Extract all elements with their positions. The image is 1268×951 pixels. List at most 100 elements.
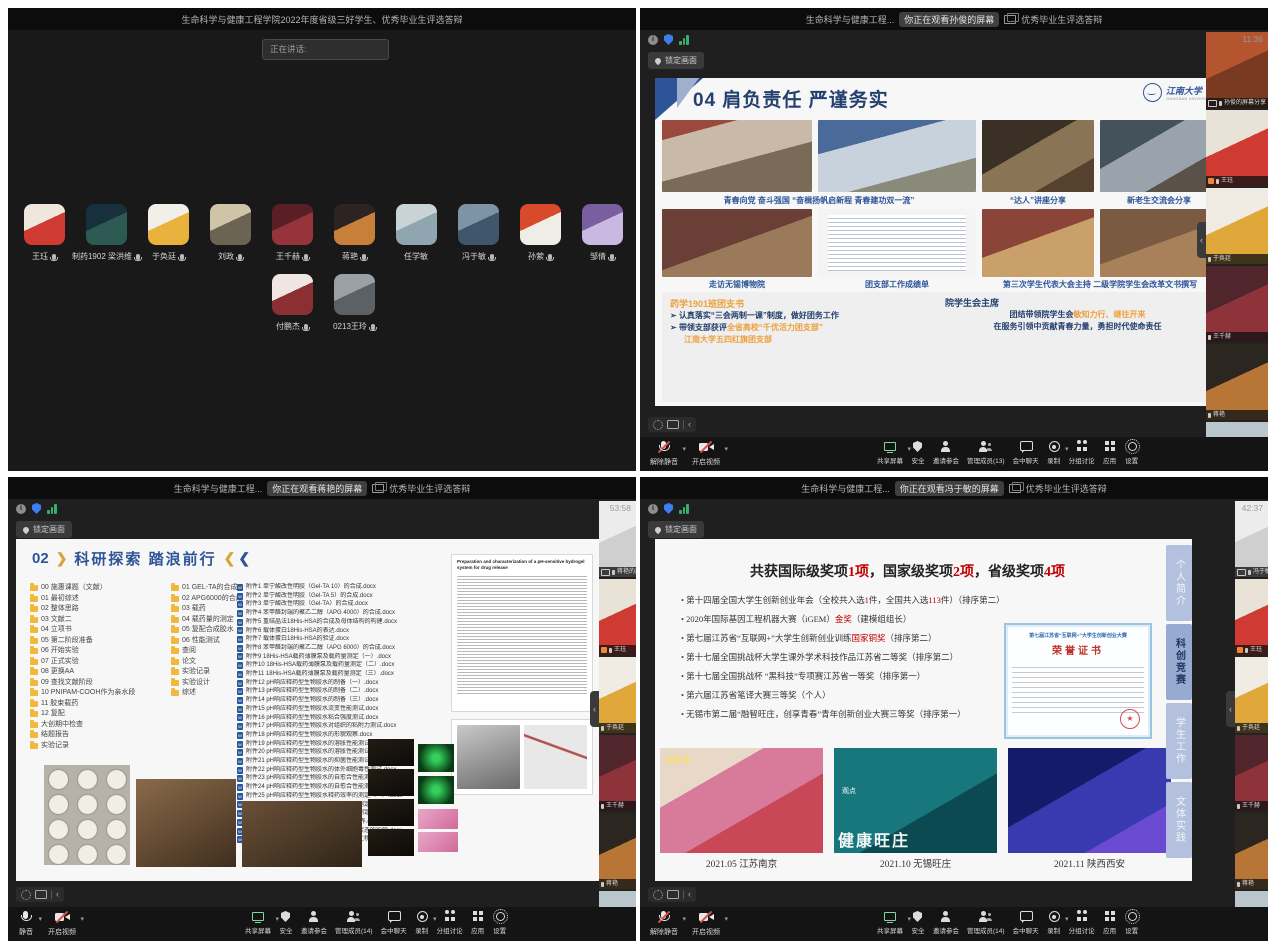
sidebar-video-tile[interactable]: 王千赫	[599, 735, 636, 811]
sidebar-video-tile[interactable]: 任学敏	[1235, 891, 1268, 907]
folder-icon	[30, 669, 38, 675]
gear-icon[interactable]	[653, 890, 663, 900]
breakout-button[interactable]: 分组讨论 ▾	[1069, 440, 1095, 465]
share-screen-button[interactable]: 共享屏幕 ▾	[245, 910, 271, 935]
sidebar-video-tile[interactable]: 于奂廷	[1206, 188, 1268, 264]
apps-button[interactable]: 应用 ▾	[1103, 910, 1117, 935]
settings-button[interactable]: 设置 ▾	[1125, 910, 1139, 935]
lock-view-button[interactable]: 锁定画面	[648, 521, 704, 538]
participant-tile[interactable]: 0213王玲	[333, 274, 375, 332]
participant-tile[interactable]: 付鹏杰	[271, 274, 313, 332]
participant-tile[interactable]: 孙萦	[519, 204, 561, 262]
sidebar-video-tile[interactable]: 蒋艳	[599, 813, 636, 889]
gear-icon[interactable]	[653, 420, 663, 430]
switch-view-icon[interactable]	[372, 484, 384, 493]
caret-icon[interactable]: ▾	[724, 915, 728, 923]
folder-icon	[171, 638, 179, 644]
manage-members-button[interactable]: 管理成员(14) ▾	[967, 910, 1005, 935]
mic-icon	[601, 804, 604, 809]
participant-tile[interactable]: 蒋艳	[333, 204, 375, 262]
caret-icon[interactable]: ▾	[682, 445, 686, 453]
settings-button[interactable]: 设置 ▾	[493, 910, 507, 935]
keyboard-icon[interactable]	[667, 420, 679, 429]
sidebar-video-tile[interactable]: 蒋艳	[1235, 813, 1268, 889]
apps-button[interactable]: 应用 ▾	[1103, 440, 1117, 465]
caret-icon[interactable]: ▾	[38, 915, 42, 923]
collapse-caret-icon[interactable]: ‹	[688, 890, 691, 899]
sidebar-collapse-handle[interactable]: ‹	[1226, 691, 1235, 727]
switch-view-icon[interactable]	[1004, 15, 1016, 24]
annotation-mini-toolbar[interactable]: ‹	[648, 887, 696, 902]
info-icon[interactable]: i	[648, 504, 658, 514]
unmute-button[interactable]: 解除静音 ▾	[650, 910, 678, 937]
security-button[interactable]: 安全 ▾	[911, 910, 925, 935]
lock-view-button[interactable]: 锁定画面	[648, 52, 704, 69]
participant-tile[interactable]: 冯于敏	[457, 204, 499, 262]
settings-button[interactable]: 设置 ▾	[1125, 440, 1139, 465]
lock-view-button[interactable]: 锁定画面	[16, 521, 72, 538]
breakout-button[interactable]: 分组讨论 ▾	[437, 910, 463, 935]
keyboard-icon[interactable]	[667, 890, 679, 899]
sidebar-video-tile[interactable]: 王千赫	[1235, 735, 1268, 811]
annotation-mini-toolbar[interactable]: ‹	[16, 887, 64, 902]
security-button[interactable]: 安全 ▾	[911, 440, 925, 465]
record-button[interactable]: 录制 ▾	[415, 910, 429, 935]
mute-button[interactable]: 静音 ▾	[18, 910, 34, 937]
unmute-button[interactable]: 解除静音 ▾	[650, 440, 678, 467]
record-button[interactable]: 录制 ▾	[1047, 910, 1061, 935]
invite-button[interactable]: 邀请参会 ▾	[933, 440, 959, 465]
info-icon[interactable]: i	[648, 35, 658, 45]
sidebar-collapse-handle[interactable]: ‹	[590, 691, 599, 727]
apps-button[interactable]: 应用 ▾	[471, 910, 485, 935]
breakout-button[interactable]: 分组讨论 ▾	[1069, 910, 1095, 935]
manage-members-button[interactable]: 管理成员(14) ▾	[335, 910, 373, 935]
caret-icon[interactable]: ▾	[682, 915, 686, 923]
start-video-button[interactable]: 开启视频 ▾	[692, 440, 720, 467]
document-item: 附件14 pH响应释药型生物胶水的制备（三）.docx	[237, 696, 411, 705]
caret-icon[interactable]: ▾	[80, 915, 84, 923]
collapse-caret-icon[interactable]: ‹	[56, 890, 59, 899]
share-screen-button[interactable]: 共享屏幕 ▾	[877, 910, 903, 935]
annotation-mini-toolbar[interactable]: ‹	[648, 417, 696, 432]
keyboard-icon[interactable]	[35, 890, 47, 899]
invite-button[interactable]: 邀请参会 ▾	[933, 910, 959, 935]
sidebar-collapse-handle[interactable]: ‹	[1197, 222, 1206, 258]
avatar	[148, 204, 189, 245]
collapse-caret-icon[interactable]: ‹	[688, 420, 691, 429]
invite-button[interactable]: 邀请参会 ▾	[301, 910, 327, 935]
start-video-button[interactable]: 开启视频 ▾	[692, 910, 720, 937]
chat-button[interactable]: 会中聊天 ▾	[1013, 910, 1039, 935]
participant-tile[interactable]: 制药1902 梁洪维	[85, 204, 127, 262]
participant-tile[interactable]: 王珏	[23, 204, 65, 262]
switch-view-icon[interactable]	[1009, 484, 1021, 493]
manage-members-button[interactable]: 管理成员(13) ▾	[967, 440, 1005, 465]
caret-icon[interactable]: ▾	[724, 445, 728, 453]
sidebar-video-tile[interactable]: 蒋艳	[1206, 344, 1268, 420]
sidebar-video-tile[interactable]: 任学敏	[1206, 422, 1268, 437]
share-screen-button[interactable]: 共享屏幕 ▾	[877, 440, 903, 465]
shield-icon[interactable]	[664, 503, 673, 514]
sidebar-video-tile[interactable]: 于奂廷	[1235, 657, 1268, 733]
participant-tile[interactable]: 王千赫	[271, 204, 313, 262]
participant-tile[interactable]: 于奂廷	[147, 204, 189, 262]
start-video-button[interactable]: 开启视频 ▾	[48, 910, 76, 937]
chat-button[interactable]: 会中聊天 ▾	[381, 910, 407, 935]
sidebar-video-tile[interactable]: 王珏	[599, 579, 636, 655]
chat-button[interactable]: 会中聊天 ▾	[1013, 440, 1039, 465]
sidebar-video-tile[interactable]: 王千赫	[1206, 266, 1268, 342]
sidebar-video-tile[interactable]: 王珏	[1235, 579, 1268, 655]
security-button[interactable]: 安全 ▾	[279, 910, 293, 935]
record-button[interactable]: 录制 ▾	[1047, 440, 1061, 465]
sidebar-video-tile[interactable]: 王珏	[1206, 110, 1268, 186]
participant-tile[interactable]: 刘政	[209, 204, 251, 262]
meeting-title-prefix: 生命科学与健康工程...	[174, 482, 263, 495]
shield-icon[interactable]	[32, 503, 41, 514]
participant-tile[interactable]: 邹倩	[581, 204, 623, 262]
sidebar-video-tile[interactable]: 于奂廷	[599, 657, 636, 733]
sidebar-video-tile[interactable]: 任学敏	[599, 891, 636, 907]
info-icon[interactable]: i	[16, 504, 26, 514]
participant-tile[interactable]: 任学敏	[395, 204, 437, 262]
mic-icon	[609, 648, 612, 653]
shield-icon[interactable]	[664, 34, 673, 45]
gear-icon[interactable]	[21, 890, 31, 900]
